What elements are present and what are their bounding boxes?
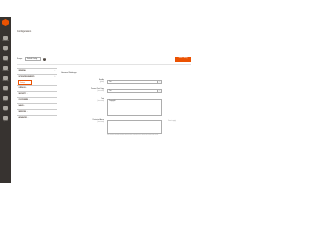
nav-item-customers[interactable]: Customers [0, 64, 11, 74]
field-label: Protected Areas [92, 120, 104, 121]
people-icon [3, 66, 8, 70]
nav-item-content[interactable]: Content [0, 84, 11, 94]
nav-label: Content [3, 90, 8, 92]
field-scope: [store view] [97, 101, 104, 102]
store-icon [3, 106, 8, 110]
enable-select[interactable]: Yes ⌄ [107, 80, 162, 84]
gear-icon [3, 116, 8, 120]
select-value: Yes [109, 81, 112, 83]
field-scope: [store view] [97, 91, 104, 92]
tab-group-label: SERVICES [18, 112, 27, 113]
text-textarea[interactable]: Copyright [107, 99, 162, 116]
chevron-up-icon: ⌃ [54, 77, 56, 78]
nav-label: Reports [3, 100, 8, 102]
nav-item-sales[interactable]: Sales [0, 44, 11, 54]
admin-page: Dashboard Sales Catalog Customers Market… [0, 0, 200, 200]
prevent-copy-select[interactable]: Yes ⌄ [107, 89, 162, 93]
scope-switcher[interactable]: Default Config [25, 57, 41, 61]
chevron-down-icon: ⌄ [27, 118, 29, 119]
chevron-down-icon: ⌄ [26, 88, 28, 89]
megaphone-icon [3, 76, 8, 80]
tab-group-label: CATALOG [18, 88, 26, 89]
nav-label: Catalog [3, 60, 8, 62]
select-value: Yes [109, 90, 112, 92]
nav-item-stores[interactable]: Stores [0, 104, 11, 114]
nav-label: Sales [3, 50, 8, 52]
chevron-down-icon: ⌄ [28, 100, 30, 101]
scope-label: Scope: [17, 58, 23, 60]
tab-group-label: SALES [18, 106, 24, 107]
help-icon[interactable]: ? [43, 57, 46, 61]
nav-item-system[interactable]: System [0, 114, 11, 124]
protected-areas-textarea[interactable] [107, 120, 162, 134]
box-icon [3, 56, 8, 60]
nav-item-dashboard[interactable]: Dashboard [0, 34, 11, 44]
save-config-button[interactable]: Save Config [175, 57, 191, 62]
layout-icon [3, 86, 8, 90]
chevron-down-icon: ⌄ [26, 94, 28, 95]
field-label: Text [101, 99, 104, 100]
field-label: Enable [99, 80, 104, 81]
nav-label: Dashboard [2, 40, 9, 42]
field-scope: [store view] [97, 122, 104, 123]
tab-group-label: SITE IMPROVEMENTS [18, 77, 35, 78]
bar-chart-icon [3, 96, 8, 100]
section-title: General Settings [61, 72, 77, 74]
field-label: Prevent Text Copy [91, 89, 104, 90]
dollar-icon [3, 46, 8, 50]
tab-group-label: CUSTOMERS [18, 100, 29, 101]
chevron-down-icon: ⌄ [26, 112, 28, 113]
tab-group-advanced[interactable]: ADVANCED ⌄ [17, 115, 57, 121]
tab-group-site-improvements[interactable]: SITE IMPROVEMENTS ⌃ [17, 74, 57, 80]
field-scope: [global] [99, 82, 104, 83]
config-tabs: GENERAL ⌄ SITE IMPROVEMENTS ⌃ Settings C… [17, 68, 57, 121]
tab-group-label: ADVANCED [18, 118, 27, 119]
chevron-down-icon: ⌄ [54, 71, 56, 72]
nav-item-marketing[interactable]: Marketing [0, 74, 11, 84]
chevron-down-icon: ⌄ [157, 90, 161, 92]
dashboard-icon [3, 36, 8, 40]
nav-item-catalog[interactable]: Catalog [0, 54, 11, 64]
chevron-down-icon: ⌄ [23, 106, 26, 107]
tab-group-label: GENERAL [18, 71, 26, 72]
chevron-down-icon: ⌄ [157, 81, 161, 83]
scope-note: Save to apply [168, 121, 176, 122]
nav-label: Customers [2, 70, 9, 72]
nav-label: System [3, 120, 8, 122]
tab-group-label: SECURITY [18, 94, 27, 95]
page-title: Configuration [17, 30, 32, 33]
nav-label: Stores [3, 110, 8, 112]
nav-item-reports[interactable]: Reports [0, 94, 11, 104]
field-comment: Use comma to separate multiple CSS selec… [107, 135, 159, 136]
nav-label: Marketing [2, 80, 9, 82]
